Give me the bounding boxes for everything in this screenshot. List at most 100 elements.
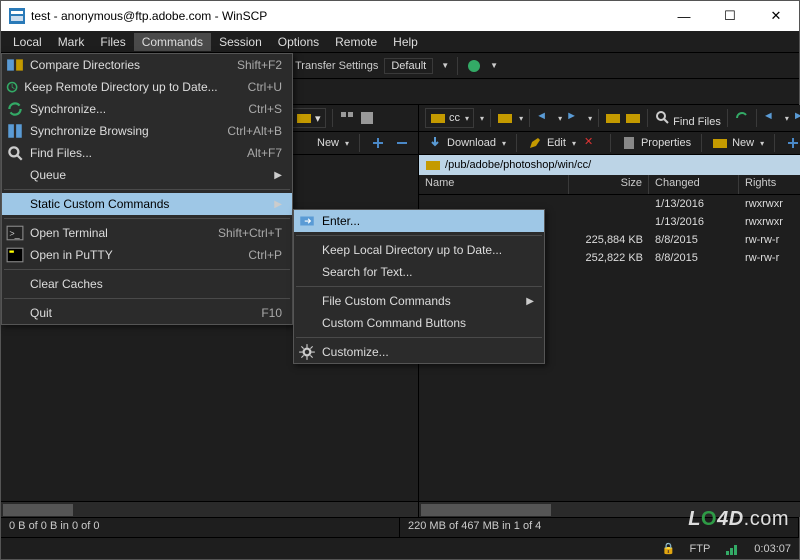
edit-button[interactable]: Edit ▾ bbox=[527, 135, 576, 151]
menu-item-find-files[interactable]: Find Files...Alt+F7 bbox=[2, 142, 292, 164]
menu-options[interactable]: Options bbox=[270, 33, 327, 51]
remote-header: Name Size Changed Rights bbox=[419, 175, 800, 195]
menu-item-compare-directories[interactable]: Compare Directories Shift+F2 bbox=[2, 54, 292, 76]
find-files-button[interactable]: Find Files bbox=[654, 109, 721, 128]
menu-item-label: Keep Remote Directory up to Date... bbox=[24, 80, 217, 94]
toolbar-icon-1[interactable] bbox=[466, 58, 482, 74]
sync-icon[interactable] bbox=[734, 110, 750, 126]
download-button[interactable]: Download ▾ bbox=[427, 135, 506, 151]
menu-item-keep-local-directory-up-to-date[interactable]: Keep Local Directory up to Date... bbox=[294, 239, 544, 261]
menu-item-synchronize[interactable]: Synchronize... Ctrl+S bbox=[2, 98, 292, 120]
fwd-icon[interactable]: ► bbox=[566, 110, 582, 126]
local-new-button[interactable]: ▾ bbox=[291, 108, 326, 128]
fwd2-icon[interactable]: ► bbox=[793, 110, 800, 126]
compare-icon bbox=[6, 57, 24, 73]
menu-local[interactable]: Local bbox=[5, 33, 50, 51]
menu-item-label: File Custom Commands bbox=[322, 294, 506, 308]
cell-changed: 8/8/2015 bbox=[649, 234, 739, 246]
remote-path[interactable]: /pub/adobe/photoshop/win/cc/ bbox=[419, 155, 800, 175]
folder-home-icon[interactable] bbox=[625, 110, 641, 126]
commands-menu: Compare Directories Shift+F2 Keep Remote D… bbox=[1, 53, 293, 325]
col-changed[interactable]: Changed bbox=[649, 175, 739, 194]
plus-icon[interactable] bbox=[785, 135, 800, 151]
menu-item-label: Keep Local Directory up to Date... bbox=[322, 243, 534, 257]
remote-actions: Download ▾ Edit ▾ ✕ Properties bbox=[419, 131, 800, 155]
menu-item-open-terminal[interactable]: >_Open TerminalShift+Ctrl+T bbox=[2, 222, 292, 244]
properties-button[interactable]: Properties bbox=[621, 135, 691, 151]
cell-rights: rw-rw-r bbox=[739, 234, 800, 246]
properties-icon bbox=[621, 135, 637, 151]
menu-item-queue[interactable]: Queue▶ bbox=[2, 164, 292, 186]
menu-item-custom-command-buttons[interactable]: Custom Command Buttons bbox=[294, 312, 544, 334]
window-minimize-button[interactable]: — bbox=[661, 1, 707, 31]
syncbrowse-icon bbox=[6, 123, 24, 139]
menu-item-clear-caches[interactable]: Clear Caches bbox=[2, 273, 292, 295]
remote-drive-dropdown[interactable]: cc ▾ bbox=[425, 108, 474, 128]
view-icon[interactable] bbox=[339, 110, 355, 126]
menu-item-label: Compare Directories bbox=[30, 58, 207, 72]
remote-status: 220 MB of 467 MB in 1 of 4 bbox=[400, 518, 799, 537]
cell-changed: 8/8/2015 bbox=[649, 252, 739, 264]
menu-item-label: Static Custom Commands bbox=[30, 197, 254, 211]
back-icon[interactable]: ◄ bbox=[536, 110, 552, 126]
cell-rights: rw-rw-r bbox=[739, 252, 800, 264]
menu-help[interactable]: Help bbox=[385, 33, 426, 51]
menu-commands[interactable]: Commands bbox=[134, 33, 211, 51]
window-maximize-button[interactable]: ☐ bbox=[707, 1, 753, 31]
remote-scrollbar[interactable] bbox=[419, 501, 800, 517]
folder-new-icon bbox=[712, 135, 728, 151]
transfer-settings-dropdown[interactable]: Default bbox=[384, 58, 433, 74]
menu-item-customize[interactable]: Customize... bbox=[294, 341, 544, 363]
chevron-down-icon[interactable]: ▼ bbox=[441, 61, 449, 70]
remote-panel-toolbar: cc ▾ ▾ ▾ ◄ ▾ ► ▾ bbox=[419, 105, 800, 131]
local-scrollbar[interactable] bbox=[1, 501, 418, 517]
col-name[interactable]: Name bbox=[419, 175, 569, 194]
terminal-icon: >_ bbox=[6, 225, 24, 241]
menu-mark[interactable]: Mark bbox=[50, 33, 93, 51]
local-new2-button[interactable]: New ▾ bbox=[317, 137, 349, 149]
search-icon bbox=[654, 109, 670, 125]
menu-item-label: Synchronize... bbox=[30, 102, 218, 116]
folder-up-icon[interactable] bbox=[605, 110, 621, 126]
selection-status: 0 B of 0 B in 0 of 0 220 MB of 467 MB in… bbox=[1, 517, 799, 537]
window-close-button[interactable]: ✕ bbox=[753, 1, 799, 31]
menu-files[interactable]: Files bbox=[92, 33, 133, 51]
menu-divider bbox=[4, 298, 290, 299]
menu-item-accelerator: Shift+Ctrl+T bbox=[218, 226, 282, 240]
chevron-down-icon[interactable]: ▼ bbox=[490, 61, 498, 70]
menu-item-accelerator: Ctrl+S bbox=[248, 102, 282, 116]
static-custom-commands-submenu: Enter... Keep Local Directory up to Date.… bbox=[293, 209, 545, 364]
menu-divider bbox=[296, 337, 542, 338]
menu-item-quit[interactable]: QuitF10 bbox=[2, 302, 292, 324]
menu-item-file-custom-commands[interactable]: File Custom Commands ▶ bbox=[294, 290, 544, 312]
submenu-arrow-icon: ▶ bbox=[274, 199, 282, 210]
menu-item-synchronize-browsing[interactable]: Synchronize BrowsingCtrl+Alt+B bbox=[2, 120, 292, 142]
menu-remote[interactable]: Remote bbox=[327, 33, 385, 51]
back2-icon[interactable]: ◄ bbox=[763, 110, 779, 126]
menu-item-open-in-putty[interactable]: Open in PuTTYCtrl+P bbox=[2, 244, 292, 266]
remote-new-button[interactable]: New ▾ bbox=[712, 135, 764, 151]
menu-item-search-for-text[interactable]: Search for Text... bbox=[294, 261, 544, 283]
menu-item-label: Find Files... bbox=[30, 146, 217, 160]
minus-icon[interactable] bbox=[394, 135, 410, 151]
submenu-arrow-icon: ▶ bbox=[526, 296, 534, 307]
local-status: 0 B of 0 B in 0 of 0 bbox=[1, 518, 400, 537]
enter-icon bbox=[298, 213, 316, 229]
keepremote-icon bbox=[6, 79, 18, 95]
menu-session[interactable]: Session bbox=[211, 33, 270, 51]
folder-nav-icon[interactable] bbox=[497, 110, 513, 126]
view2-icon[interactable] bbox=[359, 110, 375, 126]
plus-icon[interactable] bbox=[370, 135, 386, 151]
menu-item-static-custom-commands[interactable]: Static Custom Commands ▶ bbox=[2, 193, 292, 215]
gear-icon bbox=[298, 344, 316, 360]
menu-item-accelerator: Shift+F2 bbox=[237, 58, 282, 72]
menu-item-enter[interactable]: Enter... bbox=[294, 210, 544, 232]
col-size[interactable]: Size bbox=[569, 175, 649, 194]
col-rights[interactable]: Rights bbox=[739, 175, 800, 194]
statusbar: 🔒 FTP 0:03:07 bbox=[1, 537, 799, 559]
menu-item-keep-remote-directory-up-to-date[interactable]: Keep Remote Directory up to Date...Ctrl+… bbox=[2, 76, 292, 98]
menu-item-label: Custom Command Buttons bbox=[322, 316, 534, 330]
delete-icon[interactable]: ✕ bbox=[584, 135, 600, 151]
blank-icon bbox=[298, 293, 316, 309]
download-icon bbox=[427, 135, 443, 151]
